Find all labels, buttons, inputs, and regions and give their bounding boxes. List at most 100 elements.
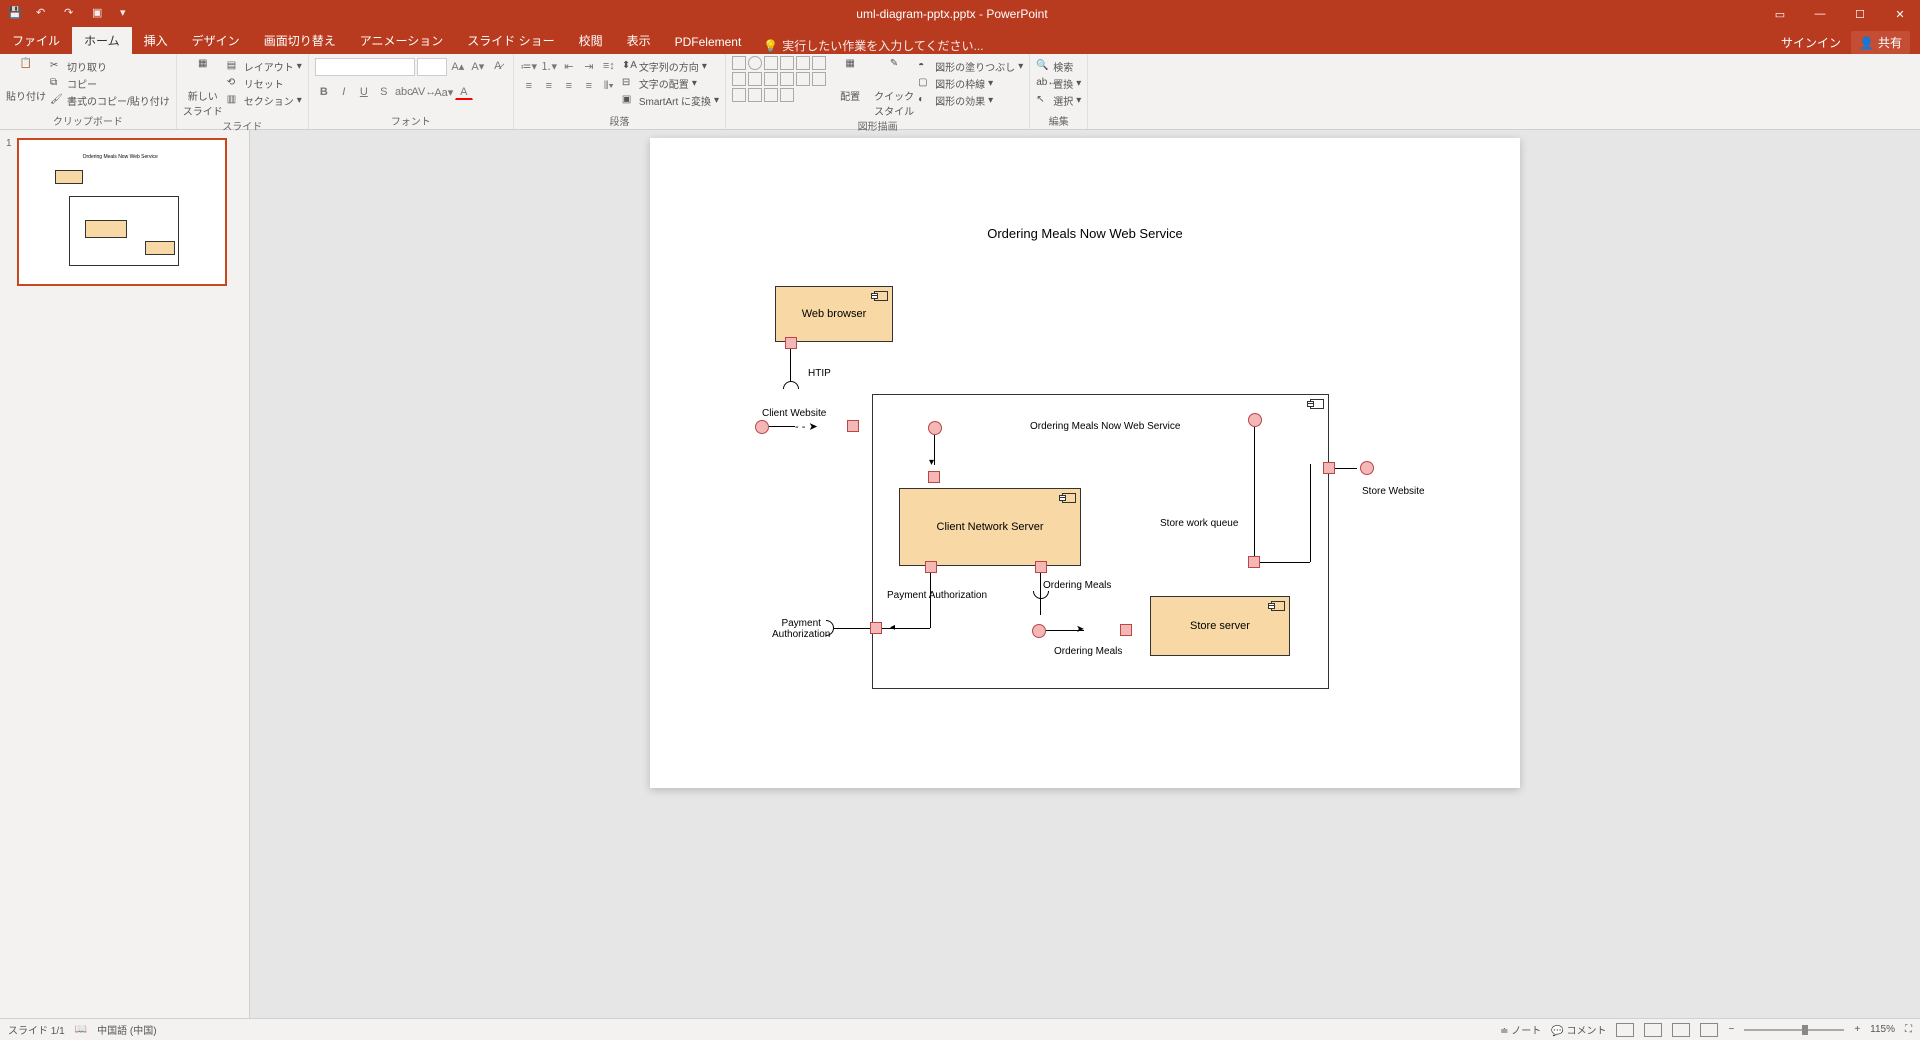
start-slideshow-icon[interactable]: ▣ (92, 6, 108, 22)
port-web-browser[interactable] (785, 337, 797, 349)
connector-wq-h[interactable] (1260, 562, 1310, 563)
columns-button[interactable]: ⫴▾ (600, 78, 618, 94)
zoom-slider[interactable] (1744, 1029, 1844, 1031)
http-label[interactable]: HTIP (808, 368, 831, 379)
increase-indent-button[interactable]: ⇥ (580, 58, 598, 74)
port-container-pay[interactable] (870, 622, 882, 634)
find-button[interactable]: 🔍検索 (1036, 58, 1081, 75)
arrow-pay-left[interactable]: ◂ (890, 622, 895, 633)
store-website-label[interactable]: Store Website (1362, 486, 1425, 497)
shape-freeform-icon[interactable] (732, 88, 746, 102)
minimize-icon[interactable]: — (1800, 1, 1840, 27)
port-store-left[interactable] (1120, 624, 1132, 636)
tab-insert[interactable]: 挿入 (132, 27, 180, 54)
ball-store-website[interactable] (1360, 461, 1374, 475)
shape-more-icon[interactable] (780, 88, 794, 102)
connector-wq-up[interactable] (1310, 464, 1311, 562)
select-button[interactable]: ↖選択 ▾ (1036, 92, 1081, 109)
shape-arrow-icon[interactable] (780, 56, 794, 70)
connector-wq-v[interactable] (1254, 427, 1255, 557)
shape-star-icon[interactable] (796, 72, 810, 86)
replace-button[interactable]: ab↔置換 ▾ (1036, 75, 1081, 92)
component-web-browser[interactable]: Web browser (775, 286, 893, 342)
connector-pay[interactable] (930, 573, 931, 628)
align-right-button[interactable]: ≡ (560, 78, 578, 94)
ball-work-queue[interactable] (1248, 413, 1262, 427)
strike-button[interactable]: S (375, 84, 393, 100)
italic-button[interactable]: I (335, 84, 353, 100)
comments-button[interactable]: 💬 コメント (1551, 1022, 1606, 1037)
copy-button[interactable]: ⧉コピー (50, 75, 170, 92)
font-size-input[interactable] (417, 58, 447, 76)
tab-home[interactable]: ホーム (72, 27, 132, 54)
redo-icon[interactable]: ↷ (64, 6, 80, 22)
close-icon[interactable]: ✕ (1880, 1, 1920, 27)
justify-button[interactable]: ≡ (580, 78, 598, 94)
language-indicator[interactable]: 中国語 (中国) (97, 1022, 156, 1037)
share-button[interactable]: 👤 共有 (1851, 31, 1910, 54)
shape-rect-icon[interactable] (732, 56, 746, 70)
payment-auth-label[interactable]: Payment Authorization (887, 590, 987, 601)
reading-view-button[interactable] (1672, 1023, 1690, 1037)
sign-in-link[interactable]: サインイン (1781, 34, 1841, 51)
underline-button[interactable]: U (355, 84, 373, 100)
shape-rrect-icon[interactable] (732, 72, 746, 86)
port-inner-1[interactable] (928, 471, 940, 483)
payment-auth-outer-label[interactable]: Payment Authorization (772, 618, 830, 640)
shape-outline-button[interactable]: ▢図形の枠線 ▾ (918, 75, 1023, 92)
align-left-button[interactable]: ≡ (520, 78, 538, 94)
shape-curve-icon[interactable] (812, 72, 826, 86)
connector-http[interactable] (790, 349, 791, 381)
slide-editor-area[interactable]: Ordering Meals Now Web Service Web brows… (250, 130, 1920, 1018)
socket-http[interactable] (783, 381, 799, 389)
numbering-button[interactable]: ⒈▾ (540, 58, 558, 74)
port-cns-right[interactable] (1035, 561, 1047, 573)
shapes-gallery[interactable] (732, 56, 826, 102)
arrow-cw[interactable]: - - ➤ (795, 420, 818, 433)
fit-to-window-button[interactable]: ⛶ (1905, 1024, 1912, 1035)
slide-thumbnail-1[interactable]: Ordering Meals Now Web Service (17, 138, 227, 286)
maximize-icon[interactable]: ☐ (1840, 1, 1880, 27)
normal-view-button[interactable] (1616, 1023, 1634, 1037)
service-container-label[interactable]: Ordering Meals Now Web Service (1030, 421, 1180, 432)
shape-oval-icon[interactable] (748, 56, 762, 70)
char-spacing-button[interactable]: AV↔ (415, 84, 433, 100)
new-slide-button[interactable]: ▦ 新しい スライド (183, 56, 223, 118)
font-color-button[interactable]: A (455, 84, 473, 100)
spellcheck-icon[interactable]: 📖 (75, 1024, 87, 1035)
align-text-button[interactable]: ⊟文字の配置 ▾ (622, 75, 719, 92)
shape-textbox-icon[interactable] (812, 56, 826, 70)
shape-effects-button[interactable]: ◐図形の効果 ▾ (918, 92, 1023, 109)
zoom-percent[interactable]: 115% (1870, 1024, 1895, 1035)
tab-view[interactable]: 表示 (615, 27, 663, 54)
sorter-view-button[interactable] (1644, 1023, 1662, 1037)
arrow-om-right[interactable]: ➤ (1076, 624, 1084, 635)
section-button[interactable]: ▥セクション ▾ (227, 92, 302, 109)
text-direction-button[interactable]: ⬍A文字列の方向 ▾ (622, 58, 719, 75)
connector-pay-out[interactable] (834, 628, 870, 629)
smartart-button[interactable]: ▣SmartArt に変換 ▾ (622, 92, 719, 109)
ball-client-website[interactable] (755, 420, 769, 434)
tab-file[interactable]: ファイル (0, 27, 72, 54)
quick-styles-button[interactable]: ✎ クイック スタイル (874, 56, 914, 118)
connector-store-web[interactable] (1335, 468, 1357, 469)
socket-pay[interactable] (826, 620, 834, 636)
notes-button[interactable]: ≐ ノート (1500, 1022, 1541, 1037)
shape-block-arrow-icon[interactable] (780, 72, 794, 86)
port-container-right[interactable] (1323, 462, 1335, 474)
shape-paren-icon[interactable] (764, 88, 778, 102)
port-cns-left[interactable] (925, 561, 937, 573)
client-website-label[interactable]: Client Website (762, 408, 826, 419)
slide-counter[interactable]: スライド 1/1 (8, 1022, 65, 1037)
diagram-title[interactable]: Ordering Meals Now Web Service (650, 226, 1520, 241)
tab-animations[interactable]: アニメーション (348, 27, 456, 54)
connector-cw1[interactable] (769, 426, 795, 427)
change-case-button[interactable]: Aa▾ (435, 84, 453, 100)
port-wq[interactable] (1248, 556, 1260, 568)
cut-button[interactable]: ✂切り取り (50, 58, 170, 75)
qat-customize-icon[interactable]: ▾ (120, 6, 136, 22)
shape-connector-icon[interactable] (764, 72, 778, 86)
ball-inner-top[interactable] (928, 421, 942, 435)
paste-button[interactable]: 📋 貼り付け (6, 56, 46, 103)
line-spacing-button[interactable]: ≡↕ (600, 58, 618, 74)
